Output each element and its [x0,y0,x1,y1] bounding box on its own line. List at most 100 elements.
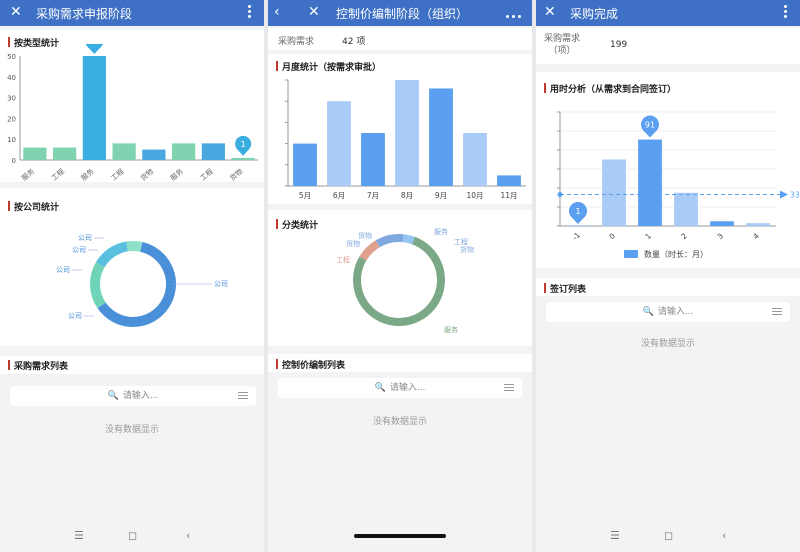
x-tick-label: 货物 [228,167,245,183]
company-stats-card: 按公司统计 公司 公司 公司 公司 公司 [0,188,264,346]
x-tick-label: 工程 [109,167,126,183]
x-tick-label: 7月 [367,191,379,200]
donut-slice [402,234,415,245]
type-stats-card: 按类型统计 01020304050服务工程服务工程货物服务工程货物501 [0,30,264,183]
back-icon[interactable]: ‹ [186,529,190,542]
slice-label: 公司 [78,234,92,242]
y-tick-label: 30 [7,95,16,103]
filter-menu-icon[interactable] [238,392,248,401]
page-title: 控制价编制阶段（组织） [336,7,469,21]
demand-value: 199 [610,40,628,50]
bar [82,56,106,160]
home-icon[interactable]: ◻ [664,529,673,542]
slice-label: 货物 [358,231,372,240]
bar [201,143,225,160]
monthly-stats-card: 月度统计（按需求审批） 5月 6月 7月 8月 9月 10月 11月 [268,54,532,204]
search-icon: 🔍 [642,307,654,317]
bar [566,225,590,227]
y-tick-label: 20 [7,115,16,123]
android-nav-bar: ☰ ◻ ‹ [0,520,264,552]
x-tick-label: 6月 [333,191,345,200]
filter-menu-icon[interactable] [504,384,514,393]
donut-slice [359,240,380,261]
section-title-list: 采购需求列表 [8,359,68,372]
bar [142,149,166,160]
more-vertical-icon[interactable] [248,5,252,20]
search-input[interactable]: 🔍 请输入... [546,302,790,322]
donut-slice [95,241,129,268]
x-tick-label: 服务 [79,167,96,183]
filter-menu-icon[interactable] [772,308,782,317]
panel-procurement-declaration: ✕ 采购需求申报阶段 按类型统计 0 10 20 30 40 50 服务 工程 服务 工程 货物 服务… [0,0,264,552]
close-icon[interactable]: ✕ [308,3,320,21]
legend-label: 数量（时长：月） [644,249,708,259]
demand-label: 采购需求 （项） [544,34,581,56]
more-vertical-icon[interactable] [784,5,788,20]
back-icon[interactable]: ‹ [722,529,726,542]
x-tick-label: 5月 [299,191,311,200]
panel-control-price: ‹ ✕ 控制价编制阶段（组织） 采购需求 42 项 月度统计（按需求审批） 5月… [268,0,532,552]
top-bar: ‹ ✕ 控制价编制阶段（组织） [268,0,532,26]
bar [429,88,453,186]
bar [112,143,136,160]
legend-swatch [624,250,638,258]
bar [463,133,487,186]
recent-apps-icon[interactable]: ☰ [610,529,620,542]
y-tick-label: 0 [12,157,16,165]
y-tick-label: 10 [7,136,16,144]
slice-label: 公司 [68,312,82,320]
bar [361,133,385,186]
recent-apps-icon[interactable]: ☰ [74,529,84,542]
gesture-bar[interactable] [354,534,446,538]
slice-label: 服务 [434,227,448,236]
donut-slice [375,234,404,248]
search-placeholder: 请输入... [122,391,159,401]
slice-label: 工程 [336,255,350,264]
x-tick-label: 11月 [500,191,517,200]
time-bar-chart: -1 0 1 2 3 4 33.1 91 1 数量（时长：月） [557,111,800,259]
category-stats-card: 分类统计 货物 货物 服务 工程 货物 工程 服务 [268,210,532,346]
bar [395,80,419,186]
slice-label: 工程 [454,237,468,246]
demand-label: 采购需求 [278,37,315,47]
x-tick-label: 3 [715,231,725,241]
demand-value: 42 项 [342,37,366,47]
bar [602,159,626,226]
max-bubble-label: 50 [89,44,99,46]
bar [638,139,662,226]
point-bubble-label: 1 [241,140,246,149]
home-icon[interactable]: ◻ [128,529,137,542]
back-arrow-icon[interactable]: ‹ [274,3,280,21]
list-header: 采购需求列表 [0,356,264,374]
donut-slice [90,262,106,309]
search-icon: 🔍 [374,383,386,393]
close-icon[interactable]: ✕ [544,3,556,21]
bar [497,175,521,186]
bar [327,101,351,186]
average-start-dot [557,192,563,198]
list-header: 控制价编制列表 [268,354,532,372]
search-input[interactable]: 🔍 请输入... [278,378,522,398]
slice-label: 公司 [56,266,70,274]
close-icon[interactable]: ✕ [10,3,22,21]
x-tick-label: 8月 [401,191,413,200]
y-tick-label: 50 [7,53,16,61]
search-input[interactable]: 🔍 请输入... [10,386,256,406]
x-tick-label: 服务 [20,167,37,183]
slice-label: 公司 [72,246,86,254]
bar [231,157,255,160]
company-donut-chart: 公司公司公司公司公司 [56,234,228,327]
page-title: 采购需求申报阶段 [36,7,133,21]
time-analysis-card: 用时分析（从需求到合同签订） -10123433.1911数量（时长：月） [536,72,800,268]
bar [23,147,47,160]
demand-summary: 采购需求 42 项 [268,28,532,50]
x-tick-label: 4 [751,231,761,241]
top-bar: ✕ 采购完成 [536,0,800,26]
bar [53,147,77,160]
x-tick-label: 10月 [466,191,483,200]
demand-summary: 采购需求 （项） 199 [536,28,800,64]
search-icon: 🔍 [107,391,119,401]
list-header: 签订列表 [536,278,800,296]
more-horizontal-icon[interactable] [506,11,524,21]
average-label: 33.1 [790,191,800,200]
